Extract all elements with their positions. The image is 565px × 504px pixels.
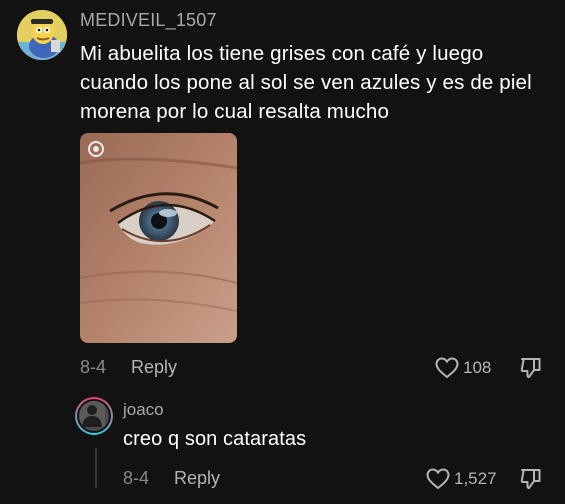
reply-actions: 8-4 Reply 1,527: [123, 467, 550, 491]
heart-icon: [435, 357, 459, 379]
reply-date: 8-4: [123, 468, 150, 488]
reply-avatar-image: [79, 401, 109, 431]
dislike-button[interactable]: [519, 356, 543, 380]
heart-icon: [426, 468, 450, 490]
comment-text: Mi abuelita los tiene grises con café y …: [80, 42, 532, 123]
like-button[interactable]: 108: [435, 356, 491, 380]
reply-like-count: 1,527: [454, 469, 497, 488]
comment-actions: 8-4 Reply 108: [80, 356, 550, 380]
like-count: 108: [463, 358, 492, 377]
thumbs-down-icon: [520, 358, 541, 378]
comment-photo[interactable]: [80, 133, 237, 343]
reply-reply-button[interactable]: Reply: [174, 468, 220, 489]
reply-button[interactable]: Reply: [131, 357, 177, 378]
comment-date: 8-4: [80, 357, 107, 377]
reply-username[interactable]: joaco: [123, 400, 164, 420]
reply-text: creo q son cataratas: [123, 428, 307, 450]
reply-avatar[interactable]: [75, 397, 113, 435]
eye-photo-icon: [80, 133, 237, 343]
thread-line: [95, 448, 97, 488]
reply-like-button[interactable]: 1,527: [426, 467, 497, 491]
reply-avatar-ring: [77, 399, 111, 433]
commenter-username[interactable]: MEDIVEIL_1507: [80, 10, 217, 31]
thumbs-down-icon: [520, 469, 541, 489]
person-icon: [79, 401, 105, 427]
reply-dislike-button[interactable]: [519, 467, 543, 491]
commenter-avatar[interactable]: [17, 10, 67, 60]
cartoon-character-icon: [17, 10, 67, 60]
